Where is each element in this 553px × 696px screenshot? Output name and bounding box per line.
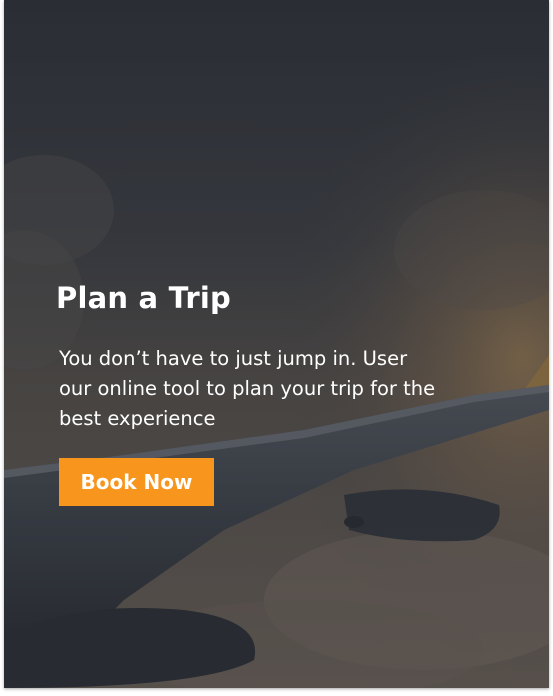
book-now-button[interactable]: Book Now xyxy=(59,458,214,506)
trip-card: Plan a Trip You don’t have to just jump … xyxy=(4,0,549,688)
hero-description: You don’t have to just jump in. User our… xyxy=(59,347,436,430)
page-title: Plan a Trip xyxy=(56,281,231,315)
hero-content: Plan a Trip You don’t have to just jump … xyxy=(56,276,456,506)
